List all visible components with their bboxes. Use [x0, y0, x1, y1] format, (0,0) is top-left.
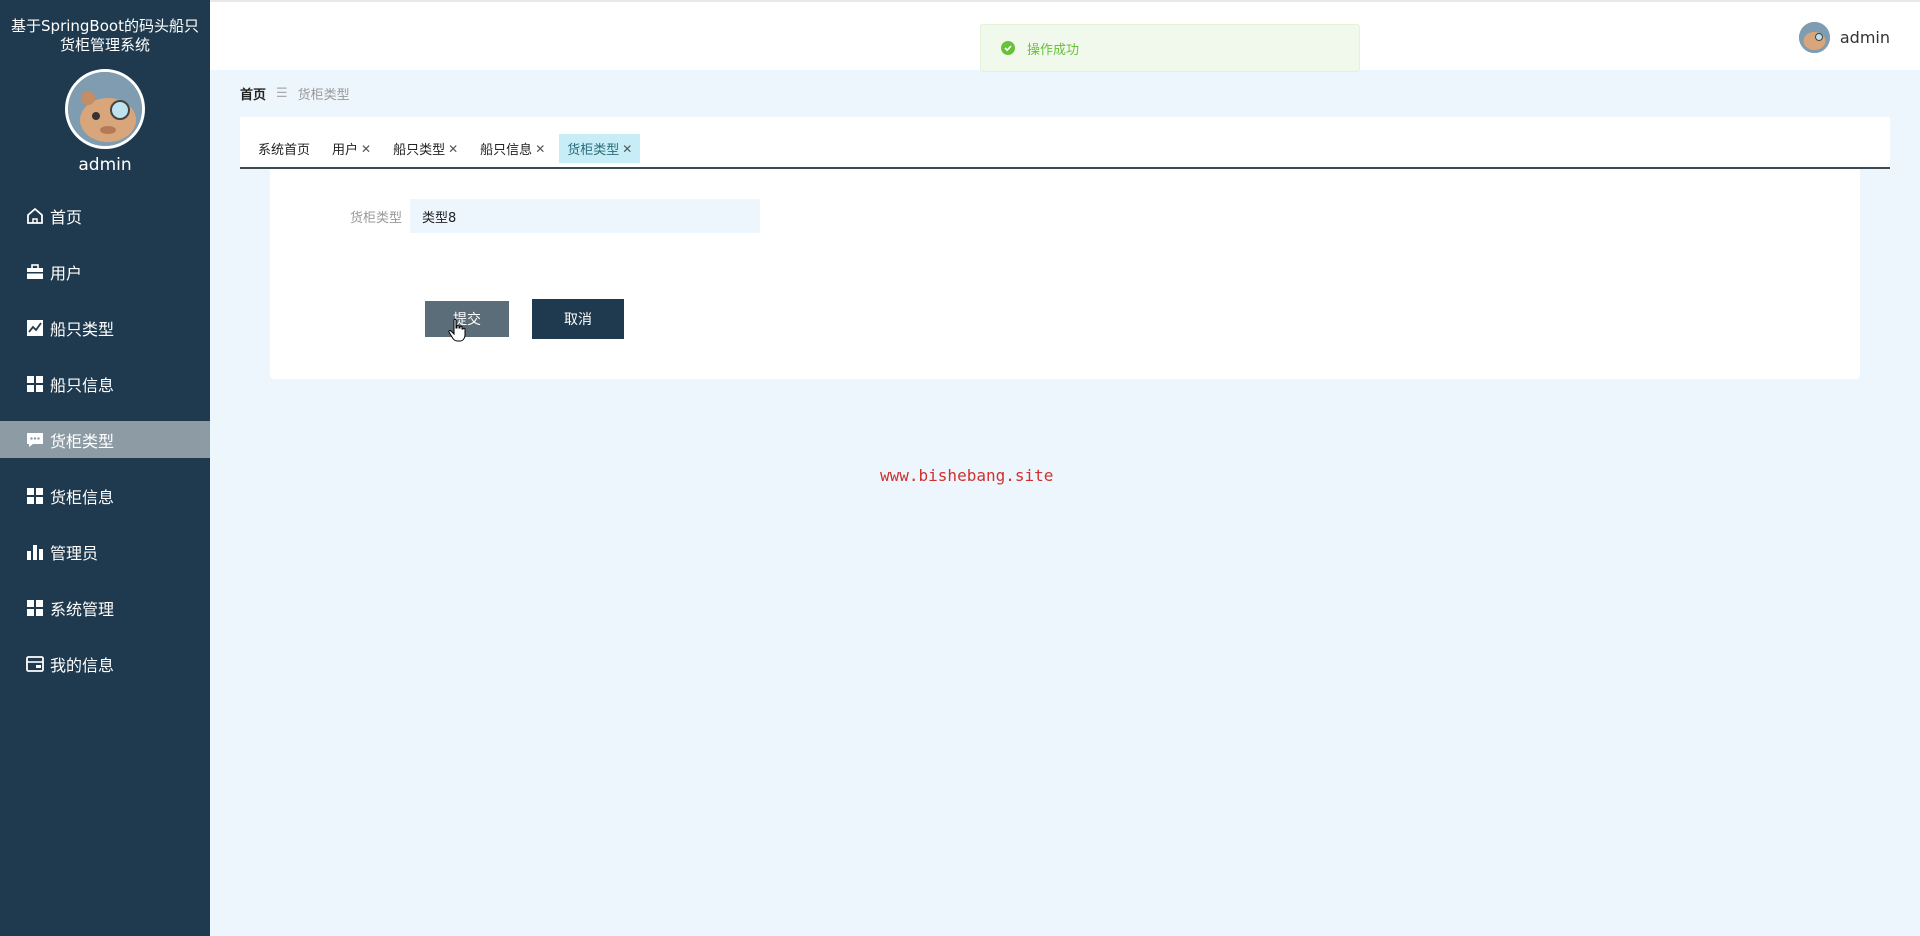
tab-container-type[interactable]: 货柜类型 ✕ — [559, 134, 641, 163]
line-chart-icon — [24, 318, 46, 338]
tab-label: 船只信息 — [480, 143, 533, 158]
tab-label: 系统首页 — [258, 143, 311, 158]
cancel-button[interactable]: 取消 — [532, 299, 624, 339]
sidebar-item-system[interactable]: 系统管理 — [0, 589, 210, 626]
success-toast: 操作成功 — [980, 24, 1360, 72]
sidebar-item-label: 货柜类型 — [50, 431, 115, 451]
avatar — [65, 69, 145, 149]
sidebar-item-users[interactable]: 用户 — [0, 253, 210, 290]
avatar — [1798, 22, 1830, 53]
sidebar-item-label: 货柜信息 — [50, 487, 115, 507]
container-type-label: 货柜类型 — [349, 210, 402, 226]
tab-label: 船只类型 — [393, 143, 446, 158]
sidebar-username: admin — [78, 155, 132, 175]
sidebar-item-profile[interactable]: 我的信息 — [0, 645, 210, 682]
top-header: 操作成功 admin — [210, 0, 1920, 72]
hand-cursor-icon — [448, 318, 466, 346]
sidebar-item-container-type[interactable]: 货柜类型 — [0, 421, 210, 458]
chat-icon — [24, 430, 46, 450]
tab-label: 货柜类型 — [567, 143, 620, 158]
sidebar-item-ship-type[interactable]: 船只类型 — [0, 309, 210, 346]
sidebar-item-label: 船只信息 — [50, 375, 115, 395]
sidebar: 基于SpringBoot的码头船只货柜管理系统 admin 首页 用户 船只类型… — [0, 0, 210, 936]
breadcrumb-home[interactable]: 首页 — [240, 84, 266, 103]
sidebar-item-container-info[interactable]: 货柜信息 — [0, 477, 210, 514]
close-icon[interactable]: ✕ — [448, 142, 458, 156]
tab-label: 用户 — [332, 143, 359, 158]
sidebar-item-label: 首页 — [50, 207, 83, 227]
tab-users[interactable]: 用户 ✕ — [324, 134, 379, 163]
form-row-container-type: 货柜类型 — [270, 199, 760, 233]
bar-chart-icon — [24, 542, 46, 562]
tab-ship-type[interactable]: 船只类型 ✕ — [385, 134, 466, 163]
wallet-icon — [24, 654, 46, 674]
grid-icon — [24, 486, 46, 506]
submit-button[interactable]: 提交 — [425, 301, 509, 337]
check-circle-icon — [1001, 41, 1015, 55]
form-card: 货柜类型 提交 取消 — [270, 169, 1860, 379]
sidebar-item-label: 我的信息 — [50, 655, 115, 675]
tab-ship-info[interactable]: 船只信息 ✕ — [472, 134, 553, 163]
sidebar-item-admins[interactable]: 管理员 — [0, 533, 210, 570]
breadcrumb: 首页 ☰ 货柜类型 — [240, 84, 350, 103]
watermark-text: www.bishebang.site — [880, 466, 1054, 485]
user-menu[interactable]: admin — [1798, 22, 1890, 53]
grid-icon — [24, 374, 46, 394]
sidebar-item-label: 用户 — [50, 263, 83, 283]
breadcrumb-current: 货柜类型 — [297, 88, 350, 103]
grid-icon — [24, 598, 46, 618]
tabs-bar: 系统首页 用户 ✕ 船只类型 ✕ 船只信息 ✕ 货柜类型 ✕ — [240, 117, 1890, 169]
sidebar-item-label: 系统管理 — [50, 599, 115, 619]
sidebar-item-label: 管理员 — [50, 543, 99, 563]
sidebar-item-ship-info[interactable]: 船只信息 — [0, 365, 210, 402]
sidebar-menu: 首页 用户 船只类型 船只信息 货柜类型 货柜信息 管理员 系统管理 我的信息 — [0, 197, 210, 682]
toast-message: 操作成功 — [1027, 42, 1080, 58]
close-icon[interactable]: ✕ — [361, 142, 371, 156]
briefcase-icon — [24, 262, 46, 282]
tab-home[interactable]: 系统首页 — [250, 134, 318, 163]
system-title: 基于SpringBoot的码头船只货柜管理系统 — [11, 17, 199, 54]
breadcrumb-separator-icon: ☰ — [276, 86, 288, 101]
sidebar-item-home[interactable]: 首页 — [0, 197, 210, 234]
container-type-input[interactable] — [410, 199, 760, 233]
header-username: admin — [1839, 28, 1890, 47]
close-icon[interactable]: ✕ — [622, 142, 632, 156]
close-icon[interactable]: ✕ — [535, 142, 545, 156]
home-icon — [24, 206, 46, 226]
sidebar-item-label: 船只类型 — [50, 319, 115, 339]
